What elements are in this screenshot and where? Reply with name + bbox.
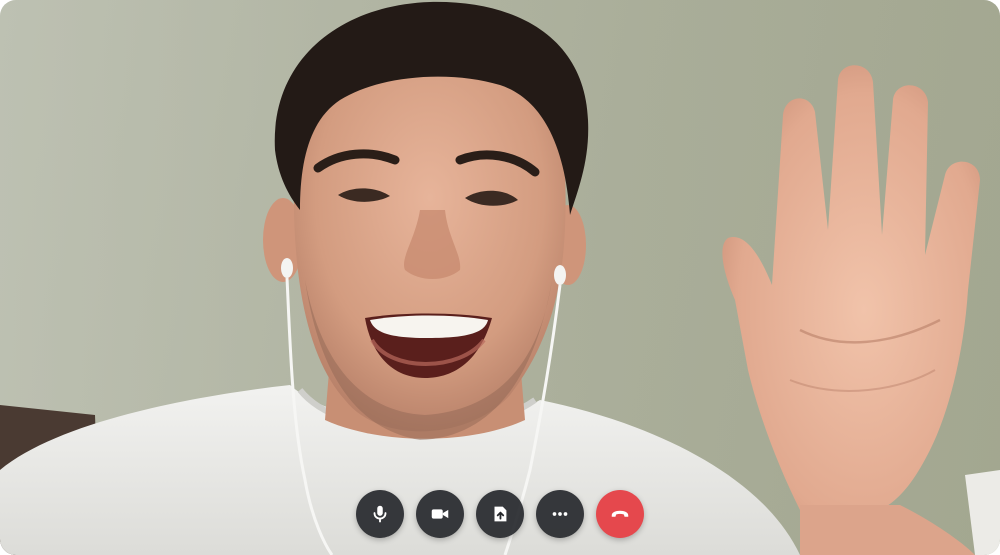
video-camera-icon bbox=[431, 509, 449, 519]
share-screen-button[interactable] bbox=[476, 490, 524, 538]
camera-button[interactable] bbox=[416, 490, 464, 538]
video-call-window bbox=[0, 0, 1000, 555]
participant-video-frame bbox=[0, 0, 1000, 555]
left-earbud bbox=[281, 258, 293, 278]
more-options-button[interactable] bbox=[536, 490, 584, 538]
right-earbud bbox=[554, 265, 566, 285]
more-horizontal-icon bbox=[552, 512, 568, 516]
call-controls-bar bbox=[0, 490, 1000, 538]
microphone-icon bbox=[373, 505, 387, 523]
end-call-button[interactable] bbox=[596, 490, 644, 538]
remote-video-feed bbox=[0, 0, 1000, 555]
microphone-button[interactable] bbox=[356, 490, 404, 538]
hang-up-icon bbox=[611, 510, 629, 517]
share-screen-icon bbox=[494, 506, 507, 522]
